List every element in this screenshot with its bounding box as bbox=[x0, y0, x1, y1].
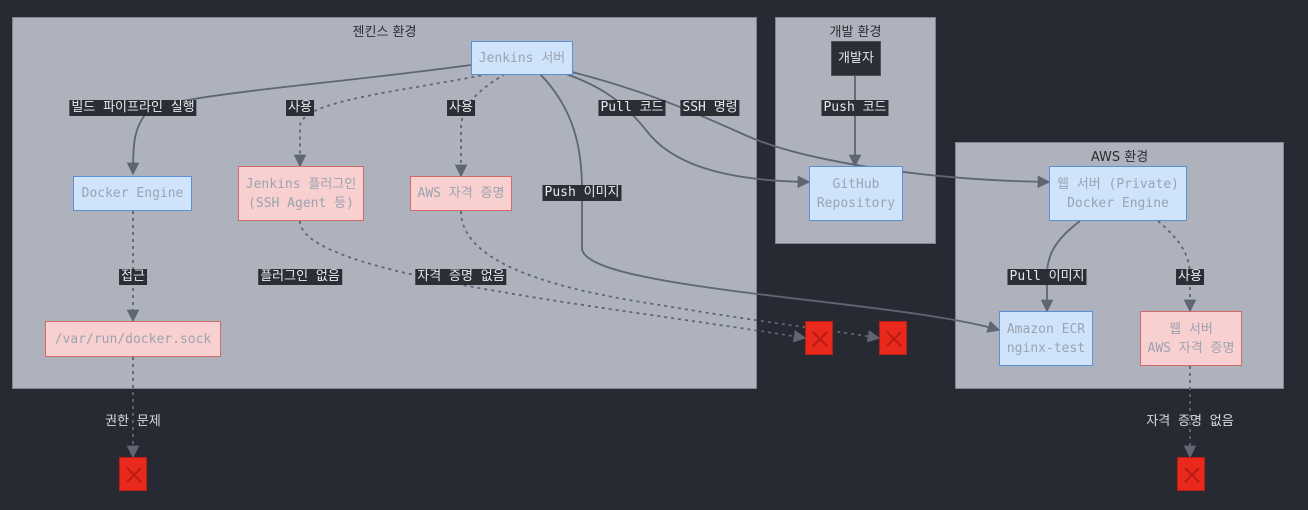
diagram-canvas: 젠킨스 환경 개발 환경 AWS 환경 Jenkins 서버 Docker En… bbox=[0, 0, 1308, 510]
node-jenkins-plugin[interactable]: Jenkins 플러그인 (SSH Agent 등) bbox=[238, 166, 364, 221]
node-github-repo[interactable]: GitHub Repository bbox=[809, 166, 903, 221]
error-x-icon bbox=[879, 321, 907, 355]
edge-no-creds bbox=[460, 210, 881, 343]
edge-no-plugin bbox=[299, 220, 807, 343]
edge-label-no-plugin: 플러그인 없음 bbox=[258, 269, 342, 285]
edge-pull-image bbox=[1040, 220, 1081, 313]
edge-label-push-code: Push 코드 bbox=[821, 100, 889, 116]
node-developer[interactable]: 개발자 bbox=[831, 41, 881, 76]
node-amazon-ecr[interactable]: Amazon ECR nginx-test bbox=[999, 311, 1093, 366]
node-docker-sock[interactable]: /var/run/docker.sock bbox=[45, 321, 221, 357]
edge-label-permission-issue: 권한 문제 bbox=[105, 414, 161, 429]
edge-use-creds bbox=[454, 73, 506, 178]
error-x-icon bbox=[119, 457, 147, 491]
error-x-icon bbox=[805, 321, 833, 355]
edge-label-push-image: Push 이미지 bbox=[542, 185, 622, 201]
node-jenkins-server[interactable]: Jenkins 서버 bbox=[471, 41, 573, 75]
edge-label-web-no-creds: 자격 증명 없음 bbox=[1146, 414, 1234, 429]
node-web-server-docker[interactable]: 웹 서버 (Private) Docker Engine bbox=[1049, 166, 1187, 221]
error-x-icon bbox=[1177, 457, 1205, 491]
node-aws-credentials[interactable]: AWS 자격 증명 bbox=[410, 176, 512, 211]
edge-label-web-use: 사용 bbox=[1176, 269, 1204, 285]
node-docker-engine[interactable]: Docker Engine bbox=[73, 176, 192, 211]
edge-label-use-creds: 사용 bbox=[447, 100, 475, 116]
edge-use-plugin bbox=[293, 73, 489, 168]
edge-web-use bbox=[1157, 220, 1197, 313]
edge-label-pull-code: Pull 코드 bbox=[598, 100, 666, 116]
edges-layer bbox=[126, 64, 1197, 459]
edge-pull-code bbox=[559, 71, 811, 189]
edge-label-ssh-command: SSH 명령 bbox=[680, 100, 740, 116]
node-web-server-creds[interactable]: 웹 서버 AWS 자격 증명 bbox=[1140, 311, 1242, 366]
edge-label-use-plugin: 사용 bbox=[286, 100, 314, 116]
edge-run-pipeline bbox=[126, 64, 472, 176]
edge-label-run-pipeline: 빌드 파이프라인 실행 bbox=[69, 100, 197, 116]
edge-label-access: 접근 bbox=[119, 269, 147, 285]
edge-label-pull-image: Pull 이미지 bbox=[1007, 269, 1087, 285]
edge-label-no-creds: 자격 증명 없음 bbox=[415, 269, 507, 285]
